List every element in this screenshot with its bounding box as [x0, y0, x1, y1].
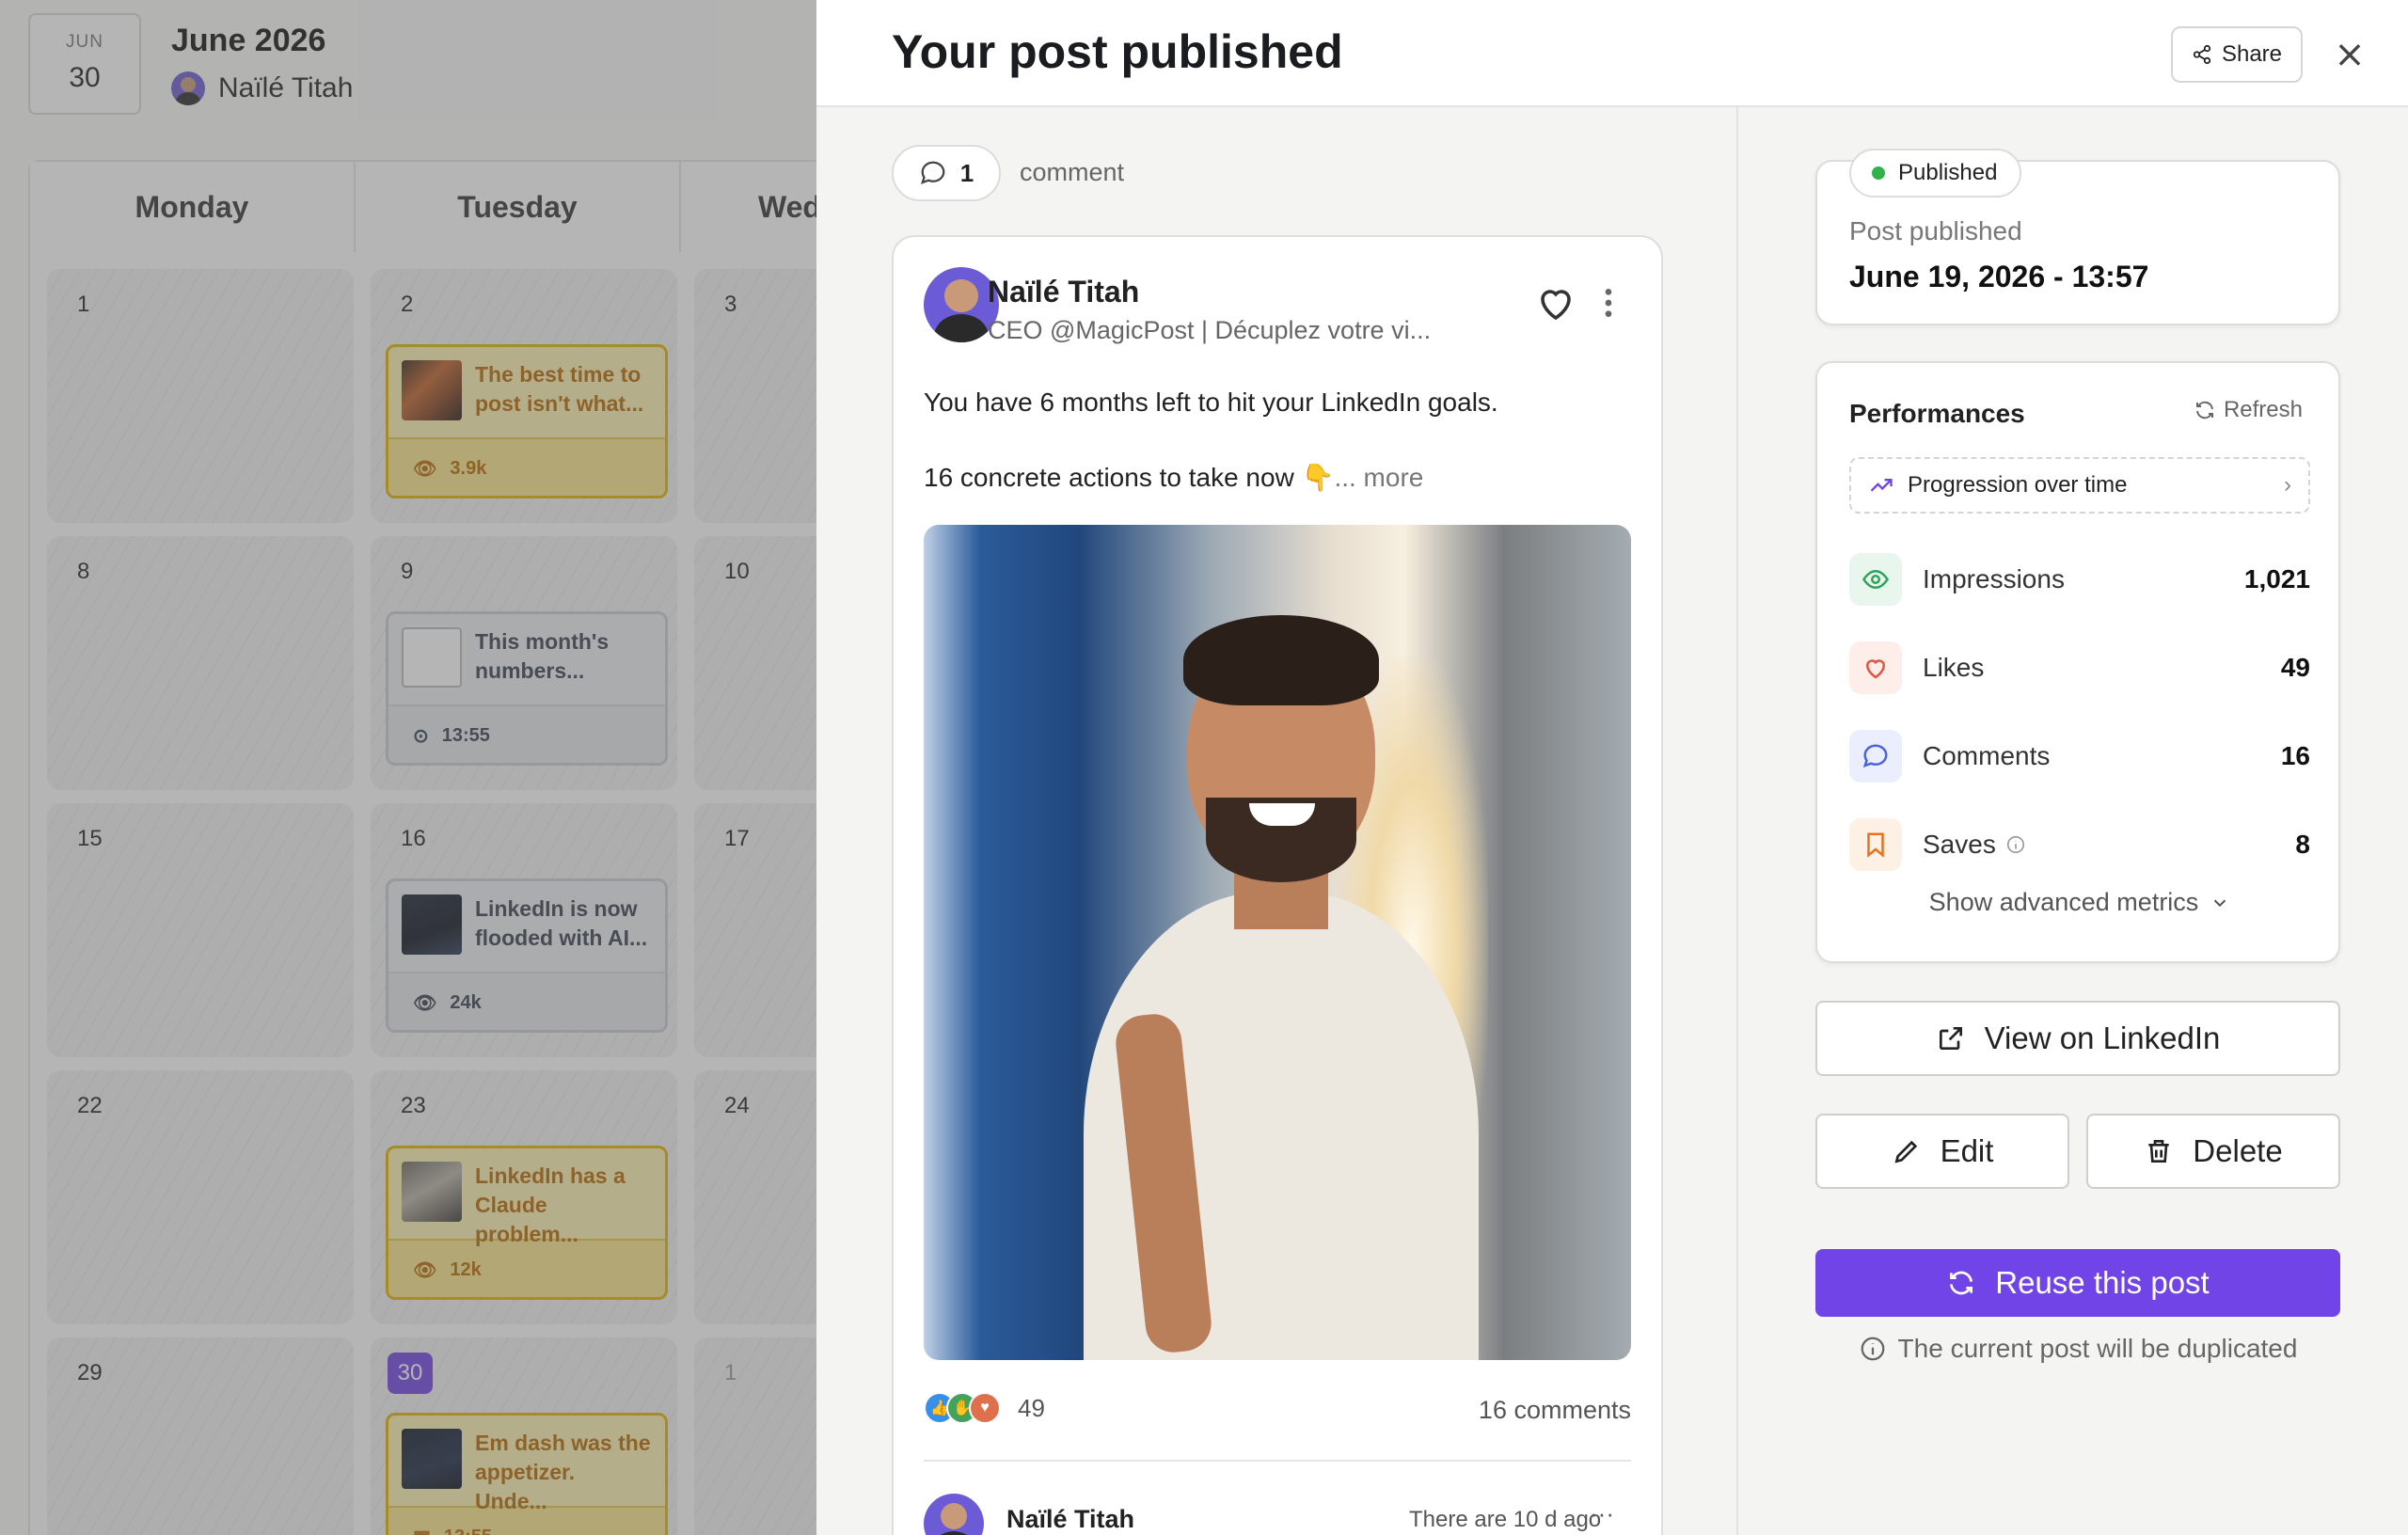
info-icon[interactable]: [2005, 834, 2026, 855]
close-button[interactable]: ×: [2327, 32, 2372, 77]
post-detail-panel: Your post published Share × 1 comment Na…: [816, 0, 2408, 1535]
delete-button[interactable]: Delete: [2086, 1114, 2340, 1189]
chevron-right-icon: ›: [2284, 472, 2291, 498]
comment-count-pill[interactable]: 1: [892, 145, 1001, 201]
info-icon: [1861, 1337, 1884, 1361]
see-more-link[interactable]: ... more: [1334, 463, 1423, 492]
delete-label: Delete: [2193, 1133, 2283, 1168]
comment-author-name: Naïlé Titah: [1006, 1505, 1135, 1533]
comment-pill-label: comment: [1020, 158, 1125, 186]
reuse-post-button[interactable]: Reuse this post: [1815, 1249, 2340, 1317]
comment-icon: [1849, 730, 1902, 783]
comment-more-button[interactable]: ···: [1590, 1499, 1614, 1528]
love-reaction-icon: ♥: [969, 1392, 1001, 1424]
comment-pill-count: 1: [959, 158, 974, 187]
comment-icon: [920, 161, 945, 184]
linkedin-post-preview: Naïlé Titah CEO @MagicPost | Décuplez vo…: [892, 235, 1663, 1535]
reactions-summary[interactable]: 👍 ✋ ♥ 49: [924, 1392, 1045, 1424]
metric-label: Impressions: [1923, 564, 2065, 593]
reuse-post-label: Reuse this post: [1995, 1265, 2210, 1300]
progression-label: Progression over time: [1908, 472, 2128, 498]
reaction-icons: 👍 ✋ ♥: [924, 1392, 1001, 1424]
chevron-down-icon: [2214, 899, 2226, 907]
advanced-metrics-label: Show advanced metrics: [1928, 888, 2199, 916]
duplicate-note-text: The current post will be duplicated: [1897, 1334, 2298, 1363]
metric-value: 1,021: [2243, 564, 2310, 593]
divider: [924, 1460, 1631, 1462]
eye-icon: [1849, 553, 1902, 606]
post-image: [924, 525, 1631, 1360]
view-on-linkedin-button[interactable]: View on LinkedIn: [1815, 1001, 2340, 1076]
post-line-1: You have 6 months left to hit your Linke…: [924, 388, 1498, 417]
metric-row-saves: Saves 8: [1849, 816, 2310, 873]
post-sidebar: Published Post published June 19, 2026 -…: [1740, 107, 2408, 1535]
metric-value: 49: [2280, 653, 2310, 682]
modal-backdrop[interactable]: [0, 0, 816, 1535]
comment-date: There are 10 d ago: [1409, 1507, 1602, 1532]
progression-over-time-button[interactable]: Progression over time ›: [1849, 457, 2310, 514]
publication-status-card: Published Post published June 19, 2026 -…: [1815, 149, 2340, 325]
status-badge-label: Published: [1898, 160, 1998, 185]
trash-icon: [2148, 1140, 2169, 1163]
duplicate-note: The current post will be duplicated: [1815, 1334, 2340, 1364]
more-vertical-icon[interactable]: [1590, 280, 1627, 325]
panel-title: Your post published: [892, 25, 1343, 78]
share-label: Share: [2221, 41, 2283, 67]
post-author-headline: CEO @MagicPost | Décuplez votre vi...: [988, 316, 1432, 344]
refresh-button[interactable]: Refresh: [2194, 397, 2303, 423]
comments-count-link[interactable]: 16 comments: [1479, 1396, 1631, 1425]
pencil-icon: [1894, 1140, 1917, 1163]
post-author-name: Naïlé Titah: [988, 275, 1140, 309]
performances-title: Performances: [1849, 399, 2025, 428]
heart-icon: [1849, 641, 1902, 694]
metric-label: Saves: [1923, 830, 1996, 859]
metric-label: Likes: [1923, 653, 1985, 682]
post-preview-area: 1 comment Naïlé Titah CEO @MagicPost | D…: [816, 107, 1738, 1535]
metric-row-comments: Comments 16: [1849, 728, 2310, 784]
panel-header: Your post published Share ×: [816, 0, 2408, 107]
refresh-label: Refresh: [2223, 397, 2303, 422]
view-on-linkedin-label: View on LinkedIn: [1984, 1021, 2221, 1055]
edit-button[interactable]: Edit: [1815, 1114, 2069, 1189]
reactions-count: 49: [1018, 1393, 1045, 1422]
status-dot-icon: [1872, 166, 1885, 180]
post-body: You have 6 months left to hit your Linke…: [924, 384, 1639, 497]
publish-datetime: June 19, 2026 - 13:57: [1849, 260, 2149, 293]
refresh-icon: [1950, 1271, 1973, 1295]
external-link-icon: [1939, 1027, 1962, 1050]
performances-card: Performances Refresh Progression over ti…: [1815, 361, 2340, 963]
share-button[interactable]: Share: [2171, 26, 2303, 83]
metric-row-likes: Likes 49: [1849, 640, 2310, 696]
publish-label: Post published: [1849, 216, 2022, 245]
metric-label: Comments: [1923, 741, 2051, 770]
metric-value: 16: [2280, 741, 2310, 770]
commenter-avatar: [924, 1494, 984, 1535]
metric-label-wrap: Saves: [1923, 830, 2026, 860]
edit-label: Edit: [1940, 1133, 1994, 1168]
share-icon: [2193, 44, 2211, 65]
trending-up-icon: [1870, 479, 1893, 492]
metric-row-impressions: Impressions 1,021: [1849, 551, 2310, 608]
show-advanced-metrics-button[interactable]: Show advanced metrics: [1817, 888, 2342, 917]
refresh-icon: [2195, 401, 2213, 419]
bookmark-icon: [1849, 818, 1902, 871]
post-line-2: 16 concrete actions to take now 👇: [924, 463, 1335, 492]
status-badge: Published: [1849, 149, 2022, 198]
heart-icon[interactable]: [1533, 280, 1578, 325]
close-icon: ×: [2334, 33, 2366, 76]
metric-value: 8: [2295, 830, 2310, 859]
